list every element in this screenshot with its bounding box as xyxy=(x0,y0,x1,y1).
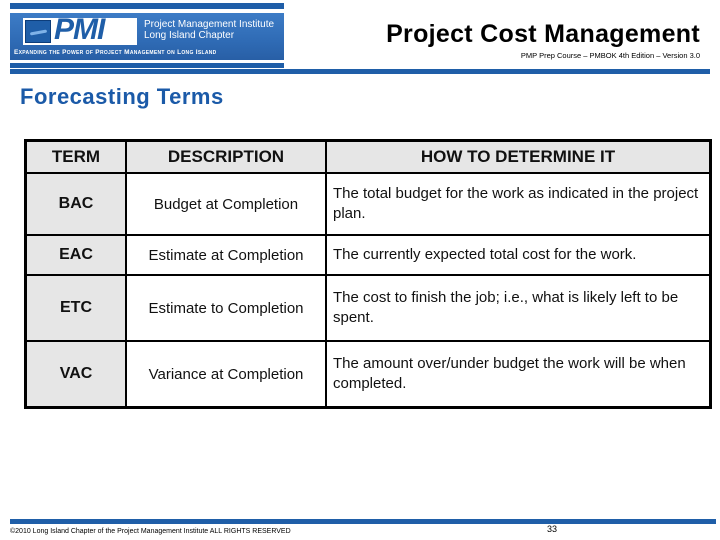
logo-letters: PMI xyxy=(54,13,105,46)
how-cell: The amount over/under budget the work wi… xyxy=(325,340,712,409)
table-header-row: TERM DESCRIPTION HOW TO DETERMINE IT xyxy=(24,139,712,174)
description-cell: Estimate at Completion xyxy=(125,234,327,276)
how-cell: The currently expected total cost for th… xyxy=(325,234,712,276)
how-cell: The cost to finish the job; i.e., what i… xyxy=(325,274,712,342)
copyright-notice: ©2010 Long Island Chapter of the Project… xyxy=(10,528,291,535)
header-divider xyxy=(10,69,710,74)
term-cell: BAC xyxy=(24,172,127,236)
table-row: VAC Variance at Completion The amount ov… xyxy=(24,340,712,409)
logo-banner: PMI Project Management Institute Long Is… xyxy=(10,13,284,60)
column-header-how: HOW TO DETERMINE IT xyxy=(325,139,712,174)
logo-tagline: Expanding the Power of Project Managemen… xyxy=(14,49,217,56)
column-header-description: DESCRIPTION xyxy=(125,139,327,174)
slide-title: Project Cost Management xyxy=(386,20,700,48)
description-cell: Budget at Completion xyxy=(125,172,327,236)
table-row: ETC Estimate to Completion The cost to f… xyxy=(24,274,712,342)
term-cell: ETC xyxy=(24,274,127,342)
how-cell: The total budget for the work as indicat… xyxy=(325,172,712,236)
forecasting-terms-table: TERM DESCRIPTION HOW TO DETERMINE IT BAC… xyxy=(24,139,712,409)
term-cell: VAC xyxy=(24,340,127,409)
logo-top-bar xyxy=(10,3,284,9)
table-row: BAC Budget at Completion The total budge… xyxy=(24,172,712,236)
slide-subtitle: PMP Prep Course – PMBOK 4th Edition – Ve… xyxy=(520,51,700,60)
logo-org-name: Project Management Institute Long Island… xyxy=(144,19,274,41)
logo-org-line2: Long Island Chapter xyxy=(144,30,235,41)
long-island-icon xyxy=(25,20,51,43)
logo-mark: PMI xyxy=(23,13,137,46)
logo-bottom-bar xyxy=(10,63,284,68)
column-header-term: TERM xyxy=(24,139,127,174)
table-row: EAC Estimate at Completion The currently… xyxy=(24,234,712,276)
description-cell: Estimate to Completion xyxy=(125,274,327,342)
footer-divider xyxy=(10,519,716,524)
term-cell: EAC xyxy=(24,234,127,276)
description-cell: Variance at Completion xyxy=(125,340,327,409)
pmi-logo: PMI Project Management Institute Long Is… xyxy=(10,3,284,68)
page-number: 33 xyxy=(547,524,558,534)
section-title: Forecasting Terms xyxy=(20,84,224,109)
logo-org-line1: Project Management Institute xyxy=(144,19,275,30)
